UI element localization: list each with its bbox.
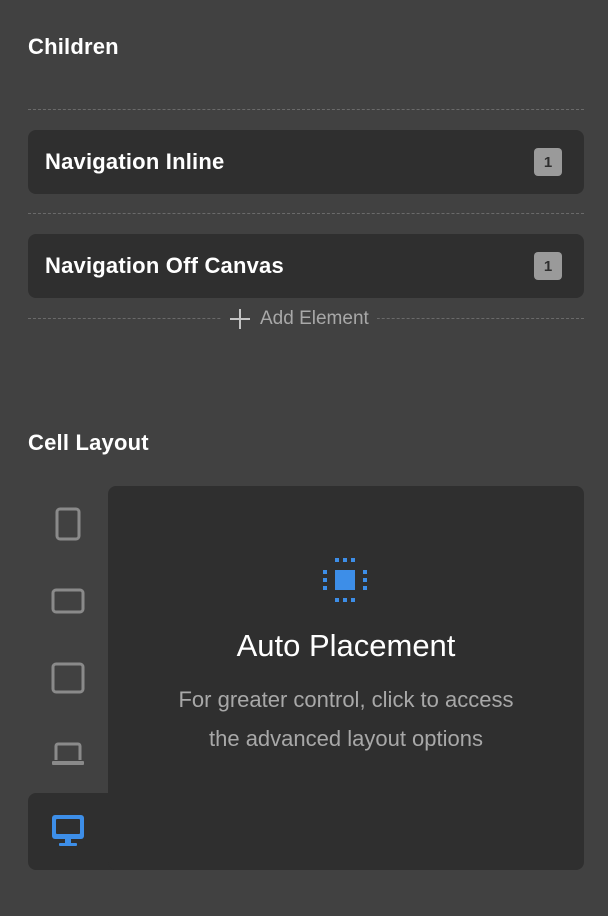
children-heading: Children <box>28 34 119 59</box>
add-element-button[interactable]: Add Element <box>222 306 377 332</box>
layout-panel[interactable] <box>108 486 584 870</box>
desktop-icon <box>52 815 84 846</box>
child-item-navigation-inline[interactable]: Navigation Inline 1 <box>28 130 584 194</box>
tablet-landscape-icon <box>51 588 85 614</box>
device-desktop-button[interactable] <box>40 803 96 859</box>
device-mobile-button[interactable] <box>40 496 96 552</box>
cell-layout-heading: Cell Layout <box>28 430 149 455</box>
device-laptop-button[interactable] <box>40 726 96 782</box>
plus-icon <box>230 309 250 329</box>
auto-placement-title: Auto Placement <box>236 628 456 663</box>
child-count-badge: 1 <box>534 252 562 280</box>
device-tablet-landscape-button[interactable] <box>40 573 96 629</box>
laptop-icon <box>52 742 84 765</box>
child-count-badge: 1 <box>534 148 562 176</box>
add-element-label: Add Element <box>260 308 369 329</box>
auto-placement-icon <box>323 558 367 602</box>
drop-divider <box>28 109 584 110</box>
device-tablet-button[interactable] <box>40 650 96 706</box>
mobile-icon <box>55 507 81 541</box>
child-item-navigation-off-canvas[interactable]: Navigation Off Canvas 1 <box>28 234 584 298</box>
tablet-icon <box>51 662 85 694</box>
auto-placement-description[interactable]: For greater control, click to access the… <box>168 680 524 758</box>
child-item-label: Navigation Off Canvas <box>45 253 284 278</box>
drop-divider <box>28 213 584 214</box>
child-item-label: Navigation Inline <box>45 149 225 174</box>
